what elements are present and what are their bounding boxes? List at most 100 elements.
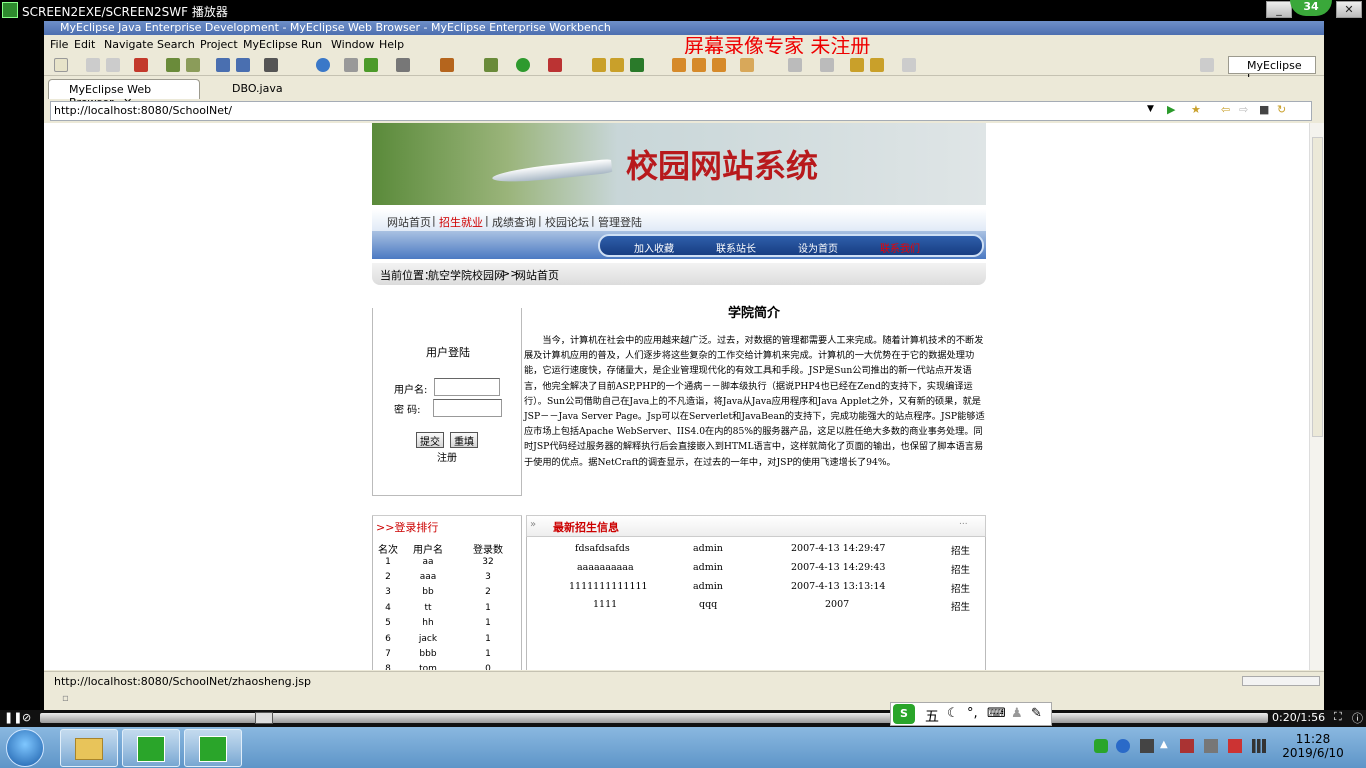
subnav-bookmark[interactable]: 加入收藏 (634, 240, 674, 255)
breadcrumb-site[interactable]: 航空学院校园网 (428, 267, 505, 283)
package-icon[interactable] (440, 58, 454, 72)
info-icon[interactable]: ⓘ (1352, 710, 1363, 726)
menu-window[interactable]: Window (331, 38, 374, 51)
punctuation-icon[interactable]: °, (967, 706, 978, 721)
keyboard-icon[interactable]: ⌨ (987, 706, 1006, 721)
debug-config-icon[interactable] (166, 58, 180, 72)
nav-admin-login[interactable]: 管理登陆 (598, 214, 642, 230)
annotation-icon[interactable] (740, 58, 754, 72)
prev-annotation-icon[interactable] (820, 58, 834, 72)
refresh-icon[interactable] (364, 58, 378, 72)
url-input[interactable] (54, 104, 1134, 117)
network-alert-icon[interactable] (1180, 739, 1194, 753)
menu-search[interactable]: Search (157, 38, 195, 51)
menu-file[interactable]: File (50, 38, 68, 51)
vertical-scrollbar[interactable] (1309, 123, 1324, 670)
save-icon[interactable] (86, 58, 100, 72)
external-tools-icon[interactable] (548, 58, 562, 72)
start-button[interactable] (6, 729, 44, 767)
open-perspective-icon[interactable] (1200, 58, 1214, 72)
subnav-set-home[interactable]: 设为首页 (798, 240, 838, 255)
recruit-item-title[interactable]: aaaaaaaaaa (577, 562, 634, 573)
skin-icon[interactable]: ♟ (1011, 706, 1023, 721)
menu-edit[interactable]: Edit (74, 38, 95, 51)
refresh-page-icon[interactable]: ↻ (1277, 103, 1286, 116)
bug-icon[interactable] (484, 58, 498, 72)
stop-icon[interactable]: ■ (1259, 103, 1269, 116)
back-arrow-icon[interactable]: ⇦ (1221, 103, 1230, 116)
last-edit-icon[interactable] (850, 58, 864, 72)
username-input[interactable] (434, 378, 500, 396)
menu-project[interactable]: Project (200, 38, 238, 51)
taskbar-player[interactable] (122, 729, 180, 767)
flag-icon[interactable] (1228, 739, 1242, 753)
nav-admissions[interactable]: 招生就业 (439, 214, 483, 230)
search-icon[interactable] (712, 58, 726, 72)
monitor-icon[interactable] (396, 58, 410, 72)
new-class-icon[interactable] (592, 58, 606, 72)
forward-arrow-icon[interactable]: ⇨ (1239, 103, 1248, 116)
close-button[interactable]: ✕ (1336, 1, 1362, 18)
fullscreen-icon[interactable]: ⛶ (1334, 710, 1342, 724)
next-annotation-icon[interactable] (788, 58, 802, 72)
db-icon[interactable] (264, 58, 278, 72)
menu-myeclipse[interactable]: MyEclipse (243, 38, 298, 51)
print-icon[interactable] (106, 58, 120, 72)
forward-icon[interactable] (902, 58, 916, 72)
recruit-item-title[interactable]: 1111 (593, 599, 617, 610)
help-tray-icon[interactable] (1116, 739, 1130, 753)
menu-help[interactable]: Help (379, 38, 404, 51)
seek-thumb[interactable] (255, 712, 273, 724)
nav-forum[interactable]: 校园论坛 (545, 214, 589, 230)
submit-button[interactable]: 提交 (416, 432, 444, 448)
more-icon[interactable]: ... (959, 517, 968, 527)
go-icon[interactable]: ▶ (1167, 103, 1175, 116)
stop-playback-icon[interactable]: ⊘ (22, 711, 31, 724)
tool-icon[interactable] (344, 58, 358, 72)
recruit-item-title[interactable]: fdsafdsafds (575, 543, 630, 554)
fast-view-icon[interactable]: ▫ (62, 693, 69, 704)
moon-icon[interactable]: ☾ (947, 706, 959, 721)
seek-bar[interactable] (40, 713, 1268, 723)
signal-icon[interactable] (1252, 739, 1266, 753)
subnav-contact-admin[interactable]: 联系站长 (716, 240, 756, 255)
wrench-icon[interactable]: ✎ (1031, 706, 1042, 721)
recruit-item-title[interactable]: 1111111111111 (569, 581, 648, 592)
wizard2-icon[interactable] (236, 58, 250, 72)
back-icon[interactable] (870, 58, 884, 72)
wizard-icon[interactable] (216, 58, 230, 72)
taskbar-player-2[interactable] (184, 729, 242, 767)
menu-run[interactable]: Run (301, 38, 322, 51)
open-type-icon[interactable] (672, 58, 686, 72)
open-task-icon[interactable] (692, 58, 706, 72)
new-icon[interactable] (54, 58, 68, 72)
pause-icon[interactable]: ❚❚ (4, 711, 22, 724)
chevron-down-icon[interactable]: ▼ (1147, 104, 1154, 114)
register-link[interactable]: 注册 (437, 449, 457, 464)
favorites-icon[interactable]: ★ (1191, 103, 1201, 116)
ime-mode[interactable]: 五 (925, 706, 939, 726)
menu-navigate[interactable]: Navigate (104, 38, 153, 51)
tab-web-browser[interactable]: MyEclipse Web Browser ✕ (48, 79, 200, 109)
new-source-icon[interactable] (630, 58, 644, 72)
run-icon[interactable] (516, 58, 530, 72)
password-input[interactable] (433, 399, 502, 417)
volume-icon[interactable] (1204, 739, 1218, 753)
perspective-button[interactable]: MyEclipse J... (1228, 56, 1316, 85)
globe-icon[interactable] (316, 58, 330, 72)
tray-icon[interactable] (1140, 739, 1154, 753)
sogou-tray-icon[interactable] (1094, 739, 1108, 753)
subnav-contact-us[interactable]: 联系我们 (880, 240, 920, 255)
scrollbar-thumb[interactable] (1312, 137, 1323, 437)
server-icon[interactable] (186, 58, 200, 72)
deploy-icon[interactable] (134, 58, 148, 72)
clock[interactable]: 11:28 2019/6/10 (1282, 732, 1344, 760)
tab-dbo-java[interactable]: DBO.java (212, 79, 292, 99)
chevron-up-icon[interactable]: ▲ (1160, 739, 1174, 753)
reset-button[interactable]: 重填 (450, 432, 478, 448)
taskbar-explorer[interactable] (60, 729, 118, 767)
new-package-icon[interactable] (610, 58, 624, 72)
nav-grades[interactable]: 成绩查询 (492, 214, 536, 230)
minimize-button[interactable]: _ (1266, 1, 1292, 18)
nav-home[interactable]: 网站首页 (387, 214, 431, 230)
